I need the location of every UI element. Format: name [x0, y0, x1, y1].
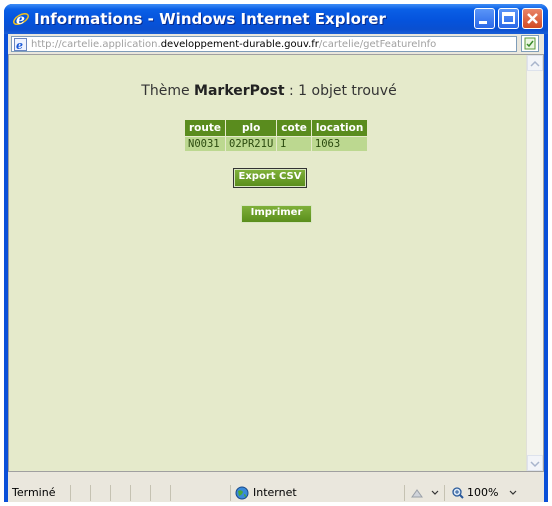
minimize-button[interactable]: [474, 8, 495, 29]
close-icon: [527, 13, 538, 24]
status-cell: [150, 485, 170, 501]
internet-explorer-icon: e: [13, 12, 29, 28]
zoom-control[interactable]: 100%: [444, 485, 524, 501]
heading-suffix: : 1 objet trouvé: [284, 83, 397, 99]
table-cell: N0031: [183, 136, 227, 152]
table-row: N0031 02PR21U I 1063: [183, 136, 369, 152]
svg-text:e: e: [16, 39, 23, 51]
zoom-icon: [452, 487, 464, 499]
table-cell: I: [276, 136, 312, 152]
address-bar: e http://cartelie.application.developpem…: [8, 34, 544, 54]
status-cell: [70, 485, 90, 501]
status-cell: [170, 485, 230, 501]
maximize-icon: [502, 12, 515, 24]
column-header: route: [183, 119, 227, 137]
status-cell: [110, 485, 130, 501]
page-icon: e: [14, 38, 27, 51]
address-field[interactable]: e http://cartelie.application.developpem…: [11, 36, 517, 52]
zone-cell: Internet: [230, 485, 380, 501]
zone-text: Internet: [253, 486, 297, 499]
title-bar[interactable]: e Informations - Windows Internet Explor…: [4, 4, 548, 34]
globe-icon: [235, 486, 249, 500]
status-text: Terminé: [12, 486, 56, 499]
minimize-icon: [479, 21, 487, 24]
vertical-scrollbar[interactable]: [526, 55, 543, 471]
status-bar: Terminé Internet 100%: [8, 472, 544, 502]
table-header-row: route plo cote location: [183, 119, 369, 137]
table-cell: 02PR21U: [225, 136, 278, 152]
column-header: cote: [276, 119, 312, 137]
url-domain: developpement-durable.gouv.fr: [160, 39, 319, 50]
page-content: Thème MarkerPost : 1 objet trouvé route …: [8, 54, 544, 472]
url-path: /cartelie/getFeatureInfo: [318, 39, 437, 50]
export-csv-button[interactable]: Export CSV: [233, 168, 307, 188]
column-header: plo: [225, 119, 278, 137]
chevron-down-icon: [509, 490, 517, 495]
status-cell: [130, 485, 150, 501]
column-header: location: [310, 119, 369, 137]
security-icon: [411, 489, 423, 498]
heading-prefix: Thème: [141, 83, 195, 99]
result-heading: Thème MarkerPost : 1 objet trouvé: [9, 83, 529, 99]
scroll-down-button[interactable]: [527, 455, 543, 471]
zoom-text: 100%: [467, 486, 499, 499]
status-cell: [90, 485, 110, 501]
compatibility-icon: [524, 37, 536, 50]
chevron-up-icon: [530, 60, 540, 67]
chevron-down-icon: [431, 490, 439, 495]
protected-mode-cell[interactable]: [404, 485, 444, 501]
close-button[interactable]: [522, 8, 543, 29]
scroll-up-button[interactable]: [527, 55, 543, 71]
svg-text:e: e: [16, 12, 25, 28]
table-cell: 1063: [310, 136, 369, 152]
ie-window: e Informations - Windows Internet Explor…: [4, 4, 548, 502]
print-button[interactable]: Imprimer: [241, 205, 312, 223]
theme-name: MarkerPost: [194, 83, 285, 99]
chevron-down-icon: [530, 461, 540, 468]
results-table: route plo cote location N0031 02PR21U I …: [183, 119, 369, 152]
url-text: http://cartelie.application.developpemen…: [31, 38, 436, 51]
window-title: Informations - Windows Internet Explorer: [34, 10, 386, 28]
url-prefix: http://cartelie.application.: [31, 39, 161, 50]
compatibility-view-button[interactable]: [521, 35, 539, 52]
maximize-button[interactable]: [498, 8, 519, 29]
